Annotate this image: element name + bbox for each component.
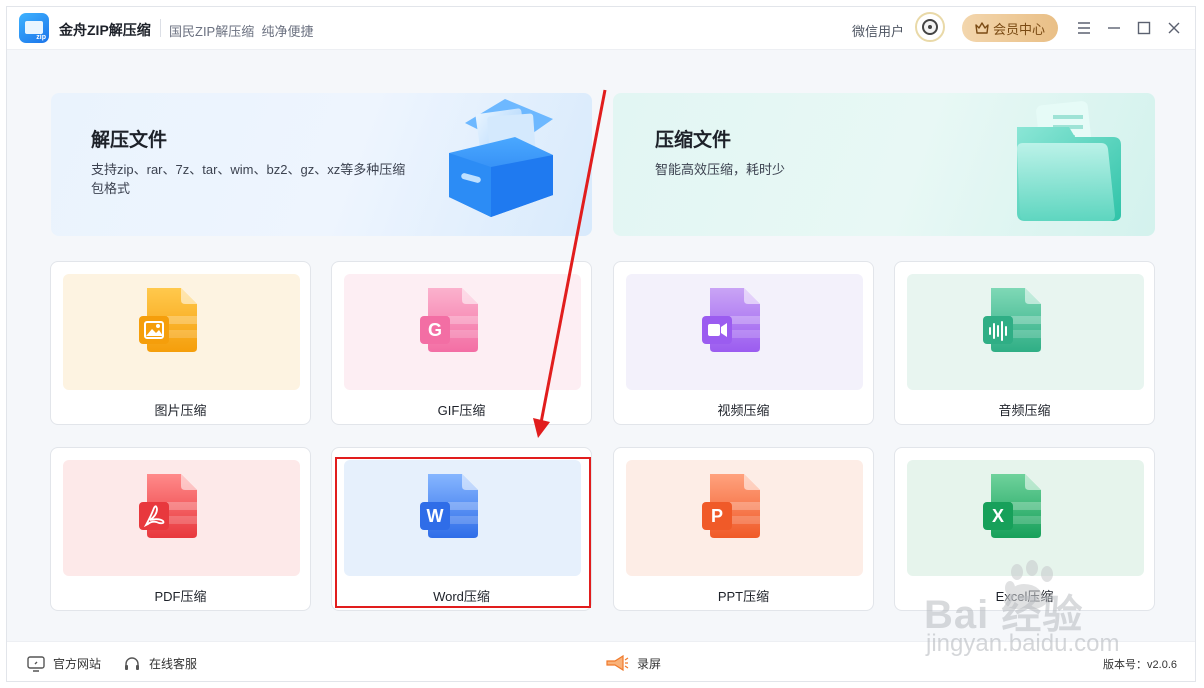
vip-label: 会员中心 xyxy=(992,21,1045,37)
tool-card-3[interactable]: 视频压缩 xyxy=(613,261,874,425)
compress-title: 压缩文件 xyxy=(655,130,732,151)
official-website-link[interactable]: 官方网站 xyxy=(27,655,101,672)
extract-description: 支持zip、rar、7z、tar、wim、bz2、gz、xz等多种压缩包格式 xyxy=(91,162,406,196)
menu-icon[interactable] xyxy=(1074,18,1094,38)
tool-card-5[interactable]: PDF压缩 xyxy=(50,447,311,611)
app-title: 金舟ZIP解压缩 xyxy=(59,22,151,38)
tool-card-2[interactable]: G GIF压缩 xyxy=(331,261,592,425)
official-website-label: 官方网站 xyxy=(53,657,102,671)
ppt-file-icon: P xyxy=(702,474,760,538)
gif-file-icon: G xyxy=(420,288,478,352)
excel-file-icon: X xyxy=(983,474,1041,538)
image-file-icon xyxy=(139,288,197,352)
file-drawer-icon xyxy=(449,99,553,217)
tool-card-8[interactable]: X Excel压缩 xyxy=(894,447,1155,611)
version-text: 版本号：v2.0.6 xyxy=(1103,659,1177,671)
title-divider xyxy=(160,19,161,37)
close-icon[interactable] xyxy=(1164,18,1184,38)
online-service-label: 在线客服 xyxy=(149,657,198,671)
minimize-icon[interactable] xyxy=(1104,18,1124,38)
svg-text:X: X xyxy=(992,506,1004,526)
user-avatar[interactable] xyxy=(915,12,945,42)
vip-center-button[interactable]: 会员中心 xyxy=(962,14,1058,42)
audio-file-icon xyxy=(983,288,1041,352)
compress-files-card[interactable]: 压缩文件 智能高效压缩，耗时少 xyxy=(613,93,1155,236)
headset-icon xyxy=(125,656,139,670)
compress-folder-icon xyxy=(1017,101,1121,221)
tool-card-6[interactable]: W Word压缩 xyxy=(331,447,592,611)
app-window: 金舟ZIP解压缩 国民ZIP解压缩 纯净便捷 微信用户 会员中心 解压文件 支持… xyxy=(6,6,1196,682)
tool-card-label: PDF压缩 xyxy=(154,589,207,604)
screen-record-link[interactable]: 录屏 xyxy=(605,654,661,672)
svg-text:P: P xyxy=(711,506,723,526)
tool-card-1[interactable]: 图片压缩 xyxy=(50,261,311,425)
svg-text:G: G xyxy=(428,320,442,340)
monitor-icon xyxy=(27,655,45,672)
footer-bar: 官方网站 在线客服 录屏 版本号：v2.0.6 xyxy=(7,641,1195,681)
extract-files-card[interactable]: 解压文件 支持zip、rar、7z、tar、wim、bz2、gz、xz等多种压缩… xyxy=(51,93,592,236)
app-logo xyxy=(19,13,49,43)
user-name[interactable]: 微信用户 xyxy=(852,21,904,40)
tool-card-4[interactable]: 音频压缩 xyxy=(894,261,1155,425)
video-file-icon xyxy=(702,288,760,352)
tool-card-label: Word压缩 xyxy=(433,589,490,604)
tool-card-label: GIF压缩 xyxy=(437,403,486,418)
svg-text:W: W xyxy=(427,506,444,526)
online-service-link[interactable]: 在线客服 xyxy=(123,655,197,672)
screen-record-label: 录屏 xyxy=(637,656,662,671)
megaphone-icon xyxy=(606,654,629,672)
word-file-icon: W xyxy=(420,474,478,538)
maximize-icon[interactable] xyxy=(1134,18,1154,38)
crown-icon xyxy=(975,22,989,34)
tool-card-label: PPT压缩 xyxy=(717,589,770,604)
title-bar: 金舟ZIP解压缩 国民ZIP解压缩 纯净便捷 微信用户 会员中心 xyxy=(7,7,1195,50)
extract-title: 解压文件 xyxy=(91,130,168,151)
tool-card-label: 图片压缩 xyxy=(154,403,207,418)
tool-card-7[interactable]: P PPT压缩 xyxy=(613,447,874,611)
compress-description: 智能高效压缩，耗时少 xyxy=(655,162,786,177)
tool-card-label: 视频压缩 xyxy=(717,403,770,418)
pdf-file-icon xyxy=(139,474,197,538)
tool-card-label: 音频压缩 xyxy=(998,403,1051,418)
app-subtitle: 国民ZIP解压缩 纯净便捷 xyxy=(169,24,314,39)
tool-card-label: Excel压缩 xyxy=(995,589,1054,604)
